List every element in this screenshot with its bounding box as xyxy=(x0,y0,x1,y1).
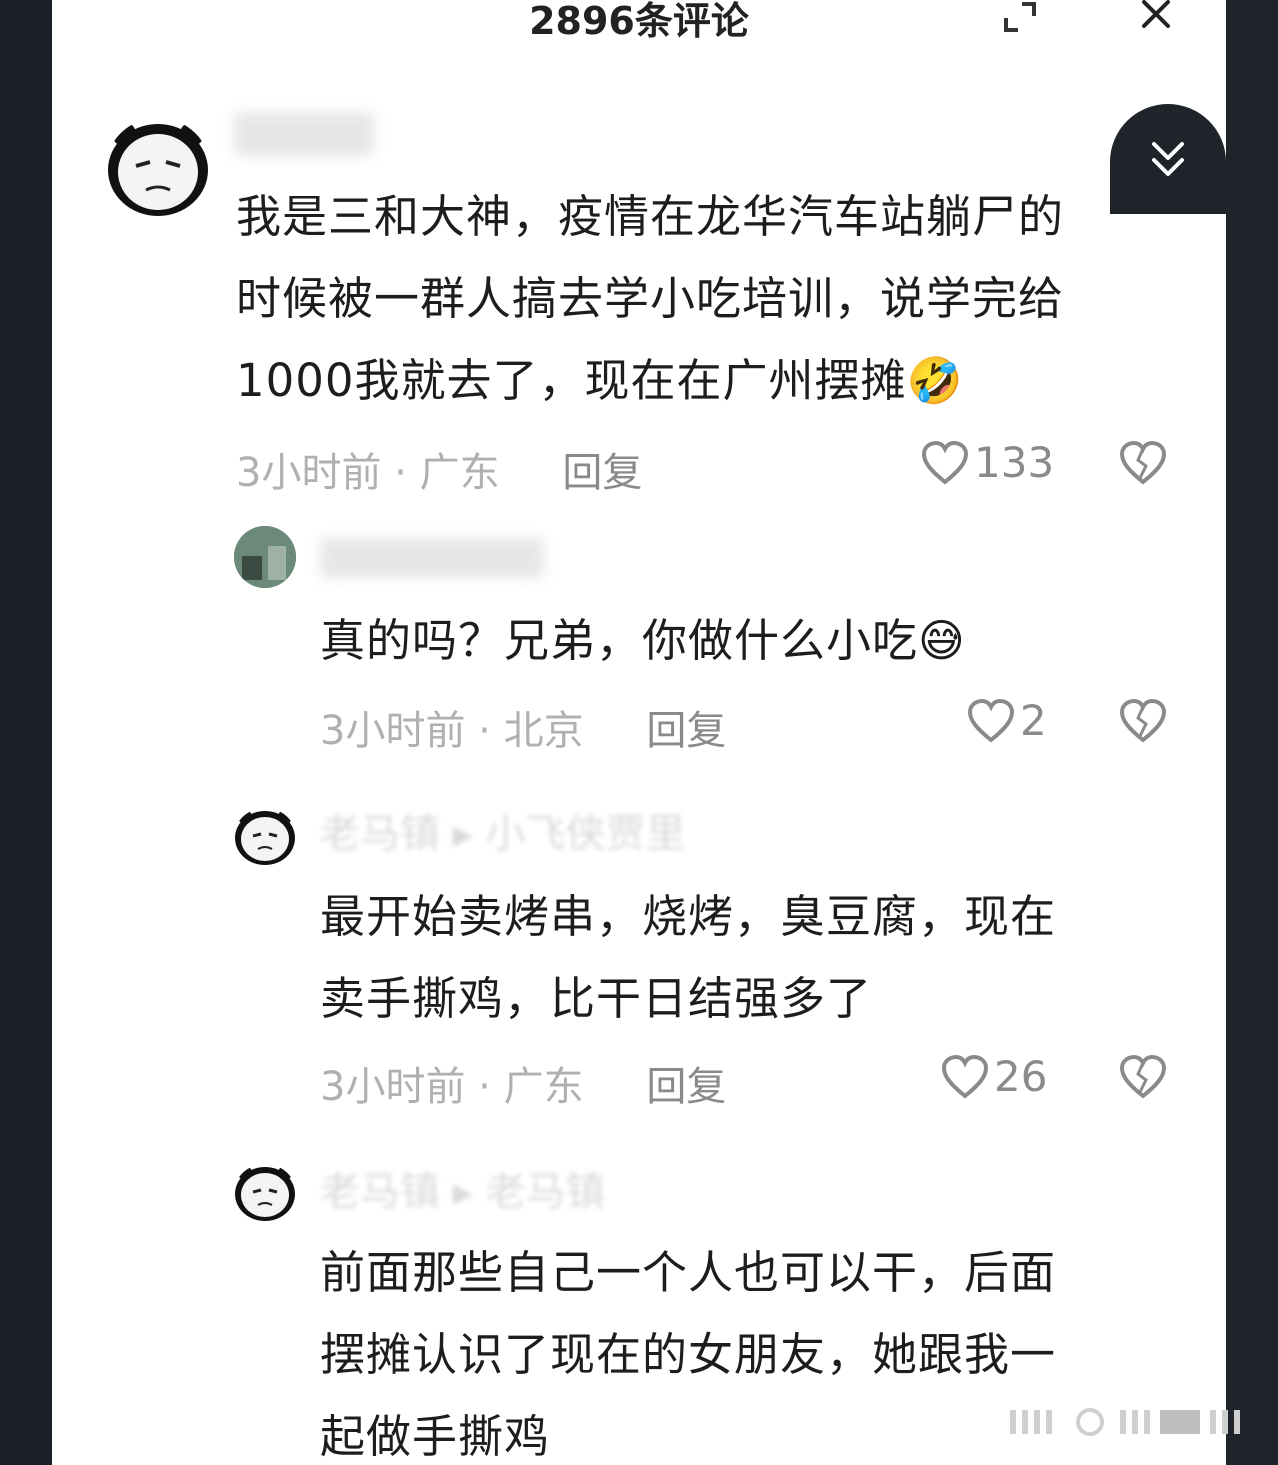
username-blurred[interactable]: 老马镇 ▸ 小飞侠贾里 xyxy=(320,812,740,856)
username-blurred[interactable] xyxy=(234,112,374,156)
username-blurred[interactable] xyxy=(320,538,544,578)
collapse-button[interactable] xyxy=(1110,104,1226,214)
avatar[interactable] xyxy=(234,1164,296,1222)
like-count: 26 xyxy=(994,1052,1048,1101)
username-blurred[interactable]: 老马镇 ▸ 老马镇 xyxy=(320,1170,650,1214)
avatar[interactable] xyxy=(234,808,296,866)
comment-meta: 3小时前 · 北京 回复 xyxy=(320,708,727,754)
close-icon[interactable] xyxy=(1136,0,1176,36)
emoji: 🤣 xyxy=(906,354,964,407)
dislike-button[interactable] xyxy=(1118,1054,1168,1104)
comment-meta: 3小时前 · 广东 回复 xyxy=(236,450,643,496)
dislike-button[interactable] xyxy=(1118,698,1168,748)
comment-text: 最开始卖烤串，烧烤，臭豆腐，现在 卖手撕鸡，比干日结强多了 xyxy=(320,890,1057,1025)
like-button[interactable]: 26 xyxy=(940,1052,1047,1101)
heart-icon xyxy=(967,698,1015,743)
expand-icon[interactable] xyxy=(1000,0,1040,36)
location: 广东 xyxy=(503,1064,584,1110)
comment-text: 前面那些自己一个人也可以干，后面 摆摊认识了现在的女朋友，她跟我一 起做手撕鸡 xyxy=(320,1246,1057,1463)
watermark-logo xyxy=(1010,1406,1250,1438)
comments-panel: 2896条评论 我是三和大神，疫情在龙华汽车站躺尸的 时候被一群人搞去学小吃培训… xyxy=(52,0,1226,1465)
emoji: 😅 xyxy=(918,614,966,667)
heart-icon xyxy=(941,1054,989,1099)
timestamp: 3小时前 xyxy=(320,708,466,754)
comment-meta: 3小时前 · 广东 回复 xyxy=(320,1064,727,1110)
timestamp: 3小时前 xyxy=(320,1064,466,1110)
timestamp: 3小时前 xyxy=(236,450,382,496)
dislike-button[interactable] xyxy=(1118,440,1168,490)
broken-heart-icon xyxy=(1119,698,1167,743)
location: 广东 xyxy=(419,450,500,496)
like-count: 133 xyxy=(974,438,1055,487)
like-button[interactable]: 2 xyxy=(966,696,1047,745)
like-button[interactable]: 133 xyxy=(920,438,1054,487)
avatar[interactable] xyxy=(106,118,210,218)
broken-heart-icon xyxy=(1119,1054,1167,1099)
background-edge xyxy=(1226,0,1278,1465)
reply-button[interactable]: 回复 xyxy=(646,1064,726,1110)
comment-text: 真的吗？兄弟，你做什么小吃😅 xyxy=(320,614,966,667)
comment-text: 我是三和大神，疫情在龙华汽车站躺尸的 时候被一群人搞去学小吃培训，说学完给 10… xyxy=(236,190,1065,407)
like-count: 2 xyxy=(1020,696,1047,745)
double-chevron-down-icon xyxy=(1152,142,1184,176)
reply-button[interactable]: 回复 xyxy=(646,708,726,754)
location: 北京 xyxy=(503,708,584,754)
avatar[interactable] xyxy=(234,526,296,588)
comments-count-title: 2896条评论 xyxy=(529,0,749,43)
broken-heart-icon xyxy=(1119,440,1167,485)
heart-icon xyxy=(921,440,969,485)
reply-button[interactable]: 回复 xyxy=(562,450,642,496)
